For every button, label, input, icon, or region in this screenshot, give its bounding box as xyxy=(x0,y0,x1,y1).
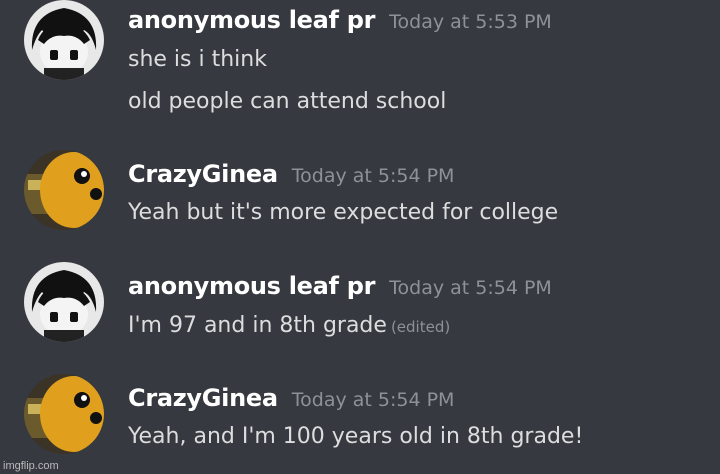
message-text: old people can attend school xyxy=(128,89,446,114)
user-avatar[interactable] xyxy=(24,374,104,454)
username[interactable]: CrazyGinea xyxy=(128,384,278,412)
user-avatar[interactable] xyxy=(24,262,104,342)
message-content: old people can attend school xyxy=(128,89,447,114)
message-header: CrazyGinea Today at 5:54 PM xyxy=(128,160,454,188)
omori-avatar-icon xyxy=(24,262,104,342)
message-header: anonymous leaf pr Today at 5:53 PM xyxy=(128,6,552,34)
timestamp: Today at 5:54 PM xyxy=(291,389,455,411)
orange-character-avatar-icon xyxy=(24,150,104,230)
timestamp: Today at 5:54 PM xyxy=(291,165,455,187)
omori-avatar-icon xyxy=(24,0,104,80)
chat-message-list: anonymous leaf pr Today at 5:53 PM she is… xyxy=(0,0,720,474)
message-text: she is i think xyxy=(128,47,267,72)
username[interactable]: anonymous leaf pr xyxy=(128,272,375,300)
username[interactable]: anonymous leaf pr xyxy=(128,6,375,34)
message-header: CrazyGinea Today at 5:54 PM xyxy=(128,384,454,412)
message-text: Yeah but it's more expected for college xyxy=(128,200,558,225)
edited-marker: (edited) xyxy=(390,318,451,336)
message-header: anonymous leaf pr Today at 5:54 PM xyxy=(128,272,552,300)
user-avatar[interactable] xyxy=(24,150,104,230)
timestamp: Today at 5:54 PM xyxy=(389,277,552,299)
imgflip-watermark: imgflip.com xyxy=(3,460,59,472)
message-text: Yeah, and I'm 100 years old in 8th grade… xyxy=(128,424,583,449)
message-text: I'm 97 and in 8th grade (edited) xyxy=(128,313,450,338)
user-avatar[interactable] xyxy=(24,0,104,80)
message-content: Yeah, and I'm 100 years old in 8th grade… xyxy=(128,424,584,449)
message-content: she is i think xyxy=(128,47,267,72)
orange-character-avatar-icon xyxy=(24,374,104,454)
timestamp: Today at 5:53 PM xyxy=(389,11,552,33)
message-content: Yeah but it's more expected for college xyxy=(128,200,559,225)
message-content: I'm 97 and in 8th grade xyxy=(128,313,387,338)
username[interactable]: CrazyGinea xyxy=(128,160,278,188)
